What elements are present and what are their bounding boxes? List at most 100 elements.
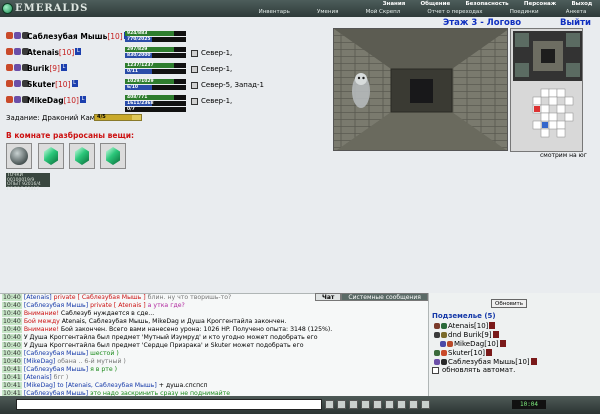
chat-line[interactable]: 10:40 [Atenais] private [ Саблезубая Мыш… [2, 294, 231, 302]
online-user[interactable]: Саблезубая Мышь[10] [434, 358, 537, 366]
chat-fragment: Саблезуб нуждается в сде... [58, 310, 155, 317]
menu-transitions[interactable]: Отчет о переходах [427, 9, 482, 16]
item-emerald-1[interactable] [38, 143, 64, 169]
tab-system-messages[interactable]: Системные сообщения [341, 293, 428, 301]
chat-fragment: [Atenais] [23, 294, 54, 301]
online-user-name[interactable]: Atenais[10] [448, 322, 488, 330]
task-progress: 4/5 [94, 114, 142, 121]
chat-line[interactable]: 10:41 [MikeDag] to [Atenais, Саблезубая … [2, 382, 208, 390]
player-icons [6, 48, 29, 55]
extra-bar: 0/7 [125, 107, 186, 112]
chat-line[interactable]: 10:41 [Саблезубая Мышь] я в рте ) [2, 366, 117, 374]
exit-link[interactable]: Выйти [560, 18, 591, 28]
player-name[interactable]: Atenais [27, 48, 59, 57]
auto-refresh-checkbox[interactable] [432, 366, 439, 374]
mail-icon[interactable] [409, 400, 418, 409]
send-icon[interactable] [325, 400, 334, 409]
mp-bar: 6/10 [125, 85, 186, 90]
auto-refresh[interactable]: обновлять автомат. [432, 366, 515, 374]
dungeon-view[interactable] [333, 28, 508, 151]
chat-fragment: private [ Саблезубая Мышь ] [53, 294, 146, 301]
stat-line: ГОЛОС 22917 [7, 186, 40, 192]
online-title: Подземелье (5) [432, 312, 496, 320]
translit-icon[interactable] [361, 400, 370, 409]
menu-skills[interactable]: Умения [317, 9, 338, 16]
item-emerald-2[interactable] [69, 143, 95, 169]
player-name-line[interactable]: Burik[9] L [27, 64, 67, 73]
hp-bar: 924/883 [125, 31, 186, 36]
chat-fragment: [Atenais] [23, 374, 54, 381]
player-name-line[interactable]: Саблезубая Мышь[10]L [27, 32, 130, 41]
chat-fragment: + душа.спспсп [158, 382, 208, 389]
chat-line[interactable]: 10:40 Бой между Atenais, Саблезубая Мышь… [2, 318, 286, 326]
online-user[interactable]: dnd Burik[9] [434, 331, 499, 339]
player-row[interactable]: Саблезубая Мышь[10]L924/883770/2025 [6, 31, 326, 43]
item-emerald-3[interactable] [100, 143, 126, 169]
refresh-button[interactable]: Обновить [491, 299, 527, 308]
private-icon[interactable] [397, 400, 406, 409]
race-icon [6, 64, 13, 71]
player-bars: 1237/1237 0/11 [125, 63, 186, 75]
menu-profile[interactable]: Анкета [566, 9, 587, 16]
user-status-icon [489, 322, 496, 329]
menu-inventory[interactable]: Инвентарь [259, 9, 290, 16]
chat-line[interactable]: 10:40 [Саблезубая Мышь] private [ Atenai… [2, 302, 185, 310]
online-user[interactable]: Atenais[10] [434, 322, 496, 330]
chat-fragment: Внимание! [23, 310, 59, 317]
menu-knowledge[interactable]: Знания [383, 1, 406, 8]
race-icon [6, 32, 13, 39]
online-user-name[interactable]: Skuter[10] [448, 349, 485, 357]
class-icon [14, 48, 21, 55]
chat-line[interactable]: 10:40 [Саблезубая Мышь] шестой ) [2, 350, 119, 358]
clear-icon[interactable] [349, 400, 358, 409]
hp-text: 924/883 [127, 31, 148, 36]
online-user[interactable]: MikeDag[10] [440, 340, 506, 348]
chat-input[interactable] [16, 399, 322, 410]
menu-security[interactable]: Безопасность [465, 1, 508, 8]
online-user-name[interactable]: MikeDag[10] [454, 340, 499, 348]
player-name-line[interactable]: MikeDag[10] L [27, 96, 86, 105]
minimap[interactable] [510, 28, 583, 152]
location-text: Север-1, [201, 97, 233, 105]
location-icon [191, 97, 198, 105]
chat-line[interactable]: 10:40 Внимание! Саблезуб нуждается в сде… [2, 310, 154, 318]
player-row[interactable]: Burik[9] L 1237/1237 0/11 Север-1, [6, 63, 326, 75]
menu-scroll[interactable]: Мой Скрепл [366, 9, 401, 16]
online-user-name[interactable]: Саблезубая Мышь[10] [448, 358, 530, 366]
chat-line[interactable]: 10:40 Внимание! Бой закончен. Всего вами… [2, 326, 332, 334]
sound-icon[interactable] [385, 400, 394, 409]
chat-line[interactable]: 10:40 У Душа Кроггентайла был предмет 'М… [2, 334, 318, 342]
player-icons [6, 96, 29, 103]
menu-duels[interactable]: Поединки [510, 9, 539, 16]
player-name[interactable]: MikeDag [27, 96, 64, 105]
player-name[interactable]: Burik [27, 64, 49, 73]
menu-exit[interactable]: Выход [571, 1, 592, 8]
chat-fragment: У Душа Кроггентайла был предмет 'Мутный … [23, 334, 318, 341]
filter-icon[interactable] [373, 400, 382, 409]
player-badge: L [71, 80, 78, 87]
online-user[interactable]: Skuter[10] [434, 349, 493, 357]
player-row[interactable]: MikeDag[10] L 408/771 1611/2368 0/7 Север-1, [6, 95, 326, 112]
player-name[interactable]: Skuter [27, 80, 55, 89]
player-name-line[interactable]: Atenais[10] L [27, 48, 82, 57]
online-user-name[interactable]: dnd Burik[9] [448, 331, 492, 339]
chat-line[interactable]: 10:41 [Atenais] бгг ) [2, 374, 68, 382]
tab-chat[interactable]: Чат [315, 293, 342, 301]
user-class-icon [441, 332, 447, 338]
menu-character[interactable]: Персонаж [524, 1, 556, 8]
sub-menu: Инвентарь Умения Мой Скрепл Отчет о пере… [245, 9, 600, 16]
player-badge: L [75, 48, 82, 55]
location-icon [191, 49, 198, 57]
player-row[interactable]: Atenais[10] L 297/829 830/2000 Север-1, [6, 47, 326, 59]
chat-time: 10:41 [2, 366, 22, 373]
settings-icon[interactable] [421, 400, 430, 409]
chat-line[interactable]: 10:40 [MikeDag] обана .. 6-й мутный ) [2, 358, 126, 366]
player-row[interactable]: Skuter[10] L 1029/1029 6/10 Север-5, Запад-1 [6, 79, 326, 91]
player-name[interactable]: Саблезубая Мышь [27, 32, 107, 41]
menu-communication[interactable]: Общение [420, 1, 450, 8]
location-text: Север-1, [201, 65, 233, 73]
chat-line[interactable]: 10:40 У Душа Кроггентайла был предмет 'С… [2, 342, 303, 350]
item-stone[interactable] [6, 143, 32, 169]
player-name-line[interactable]: Skuter[10] L [27, 80, 78, 89]
smile-icon[interactable] [337, 400, 346, 409]
